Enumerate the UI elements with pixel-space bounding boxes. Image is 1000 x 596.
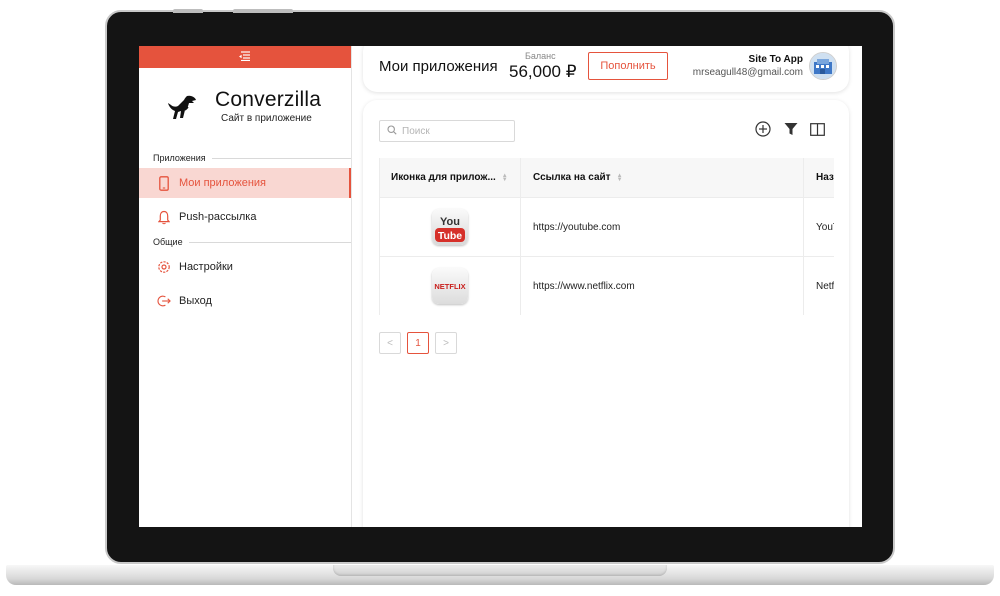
svg-text:NETFLIX: NETFLIX: [434, 282, 465, 291]
dinosaur-logo-icon: [168, 95, 196, 119]
avatar[interactable]: [809, 52, 837, 80]
search-input[interactable]: [400, 124, 514, 138]
bell-icon: [157, 209, 171, 225]
url-cell: https://youtube.com: [521, 198, 804, 256]
netflix-app-icon: NETFLIX: [432, 268, 468, 304]
top-header: Мои приложения Баланс 56,000 ₽ Пополнить…: [363, 46, 849, 92]
sidebar-item-logout[interactable]: Выход: [139, 286, 351, 316]
brand: Converzilla Сайт в приложение: [167, 86, 351, 130]
columns-icon[interactable]: [808, 120, 826, 138]
pagination-prev-button[interactable]: <: [379, 332, 401, 354]
mobile-phone-icon: [157, 175, 171, 191]
url-cell: https://www.netflix.com: [521, 257, 804, 315]
column-header-url[interactable]: Ссылка на сайт ▲ ▼: [521, 158, 804, 197]
app-icon-cell: You Tube: [380, 198, 521, 256]
sidebar-collapse-bar[interactable]: [139, 46, 351, 68]
sidebar-item-label: Мои приложения: [179, 177, 267, 189]
sidebar-item-label: Настройки: [179, 261, 233, 273]
add-circle-icon[interactable]: [754, 120, 772, 138]
column-header-icon[interactable]: Иконка для прилож... ▲ ▼: [380, 158, 521, 197]
apps-table: Иконка для прилож... ▲ ▼ Ссылка на сайт ▲…: [379, 158, 834, 315]
balance-label: Баланс: [525, 51, 556, 61]
sidebar-item-label: Выход: [179, 295, 212, 307]
brand-subtitle: Сайт в приложение: [221, 113, 312, 124]
lid-hinge-left: [173, 9, 203, 13]
apps-panel: Иконка для прилож... ▲▼ Ссылка на сайт ▲…: [363, 100, 849, 527]
logout-icon: [157, 293, 171, 309]
sidebar: Converzilla Сайт в приложение Приложения…: [139, 46, 352, 527]
section-label-general: Общие: [153, 237, 351, 247]
search-icon: [387, 122, 397, 140]
pagination-next-button[interactable]: >: [435, 332, 457, 354]
collapse-menu-icon[interactable]: [239, 50, 251, 64]
table-row[interactable]: You Tube https://youtube.com YouT: [380, 198, 834, 257]
laptop-notch: [333, 565, 667, 576]
app-icon-cell: NETFLIX: [380, 257, 521, 315]
svg-text:Tube: Tube: [438, 230, 462, 242]
sort-icon[interactable]: ▲ ▼: [617, 173, 623, 183]
table-row[interactable]: NETFLIX https://www.netflix.com Netf: [380, 257, 834, 315]
brand-name: Converzilla: [215, 88, 322, 111]
page-title: Мои приложения: [379, 58, 498, 75]
sidebar-item-label: Push-рассылка: [179, 211, 257, 223]
table-header-row: Иконка для прилож... ▲ ▼ Ссылка на сайт ▲…: [380, 158, 834, 198]
column-header-name[interactable]: Наз: [804, 158, 834, 197]
user-app-name: Site To App: [748, 54, 803, 65]
sort-icon[interactable]: ▲ ▼: [502, 173, 508, 183]
user-email: mrseagull48@gmail.com: [692, 67, 803, 78]
balance-value: 56,000 ₽: [509, 62, 577, 81]
lid-hinge-right: [233, 9, 293, 13]
name-cell: YouT: [816, 221, 834, 233]
app-screen: Converzilla Сайт в приложение Приложения…: [139, 46, 862, 527]
pagination-page-1[interactable]: 1: [407, 332, 429, 354]
topup-button[interactable]: Пополнить: [588, 52, 668, 80]
filter-icon[interactable]: [782, 120, 800, 138]
youtube-app-icon: You Tube: [432, 209, 468, 245]
sidebar-item-my-apps[interactable]: Мои приложения: [139, 168, 351, 198]
gear-icon: [157, 259, 171, 275]
section-label-apps: Приложения: [153, 153, 351, 163]
search-box[interactable]: [379, 120, 515, 142]
name-cell: Netf: [816, 280, 834, 292]
svg-text:You: You: [440, 216, 460, 228]
sidebar-item-push[interactable]: Push-рассылка: [139, 202, 351, 232]
sidebar-item-settings[interactable]: Настройки: [139, 252, 351, 282]
